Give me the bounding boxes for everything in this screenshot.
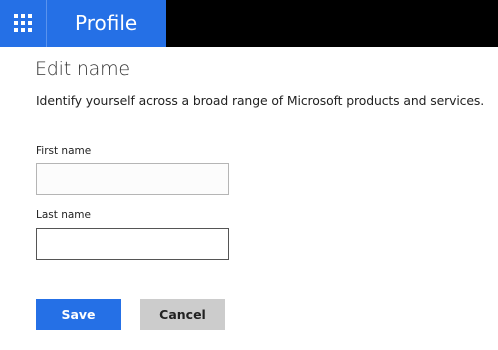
cancel-button[interactable]: Cancel bbox=[140, 299, 225, 330]
page-title: Edit name bbox=[35, 58, 130, 80]
top-bar: Profile bbox=[0, 0, 498, 47]
app-launcher-grid-icon bbox=[14, 14, 32, 32]
app-name-link[interactable]: Profile bbox=[47, 0, 166, 47]
last-name-input[interactable] bbox=[36, 228, 229, 260]
edit-name-page: Profile Edit name Identify yourself acro… bbox=[0, 0, 498, 350]
page-description: Identify yourself across a broad range o… bbox=[36, 93, 485, 108]
first-name-label: First name bbox=[36, 145, 92, 157]
first-name-input[interactable] bbox=[36, 163, 229, 195]
last-name-label: Last name bbox=[36, 209, 91, 221]
save-button[interactable]: Save bbox=[36, 299, 121, 330]
app-launcher-button[interactable] bbox=[0, 0, 47, 47]
